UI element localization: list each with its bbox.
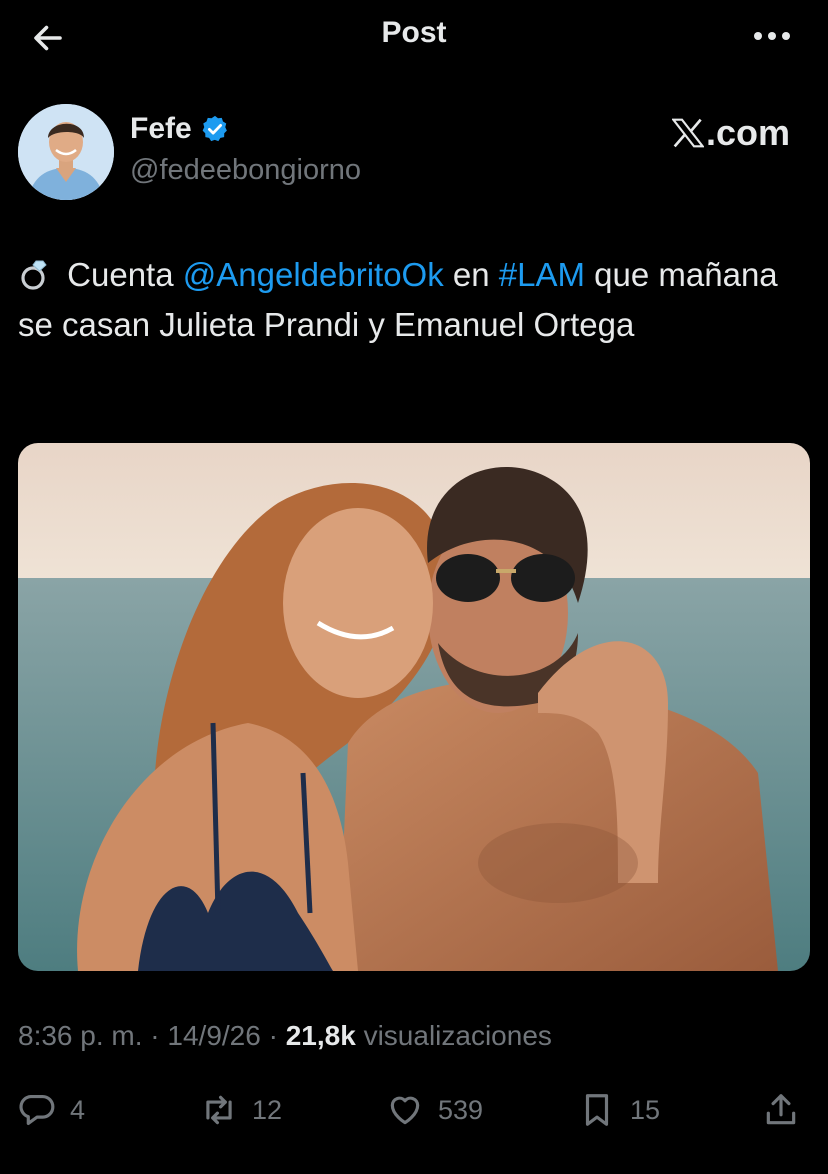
post-time[interactable]: 8:36 p. m. [18,1020,143,1051]
reply-count: 4 [70,1094,86,1125]
author-name-row[interactable]: Fefe [130,112,230,146]
top-bar: Post [0,0,828,72]
meta-separator-2: · [260,1020,286,1051]
share-button[interactable] [762,1084,800,1136]
mention-link[interactable]: @AngeldebritoOk [183,256,444,293]
tweet-text-part-1: Cuenta [58,256,183,293]
views-count[interactable]: 21,8k [286,1020,356,1051]
like-count: 539 [438,1094,484,1125]
page-title: Post [381,16,447,49]
tweet-text: Cuenta @AngeldebritoOk en #LAM que mañan… [18,250,808,350]
views-label: visualizaciones [355,1020,552,1051]
tweet-photo[interactable] [18,443,810,971]
ring-icon [21,260,47,290]
x-logo-icon [671,118,704,148]
more-dots-icon [754,32,790,40]
hashtag-link[interactable]: #LAM [499,256,585,293]
post-date[interactable]: 14/9/26 [167,1020,260,1051]
meta-separator-1: · [142,1020,168,1051]
post-metadata: 8:36 p. m. · 14/9/26 · 21,8k visualizaci… [18,1020,552,1052]
repost-button[interactable]: 12 [200,1084,282,1136]
verified-badge-icon [202,115,227,142]
bookmark-count: 15 [630,1094,661,1125]
brand-label: .com [705,112,790,153]
brand-watermark: .com [671,112,790,154]
tweet-text-part-2: en [443,256,499,293]
share-icon [766,1094,796,1125]
bookmark-button[interactable]: 15 [578,1084,660,1136]
author-handle[interactable]: @fedeebongiorno [130,154,361,187]
avatar[interactable] [18,104,114,200]
repost-icon [206,1095,232,1125]
bookmark-icon [585,1094,609,1126]
action-bar: 4 12 539 15 [0,1084,828,1136]
like-button[interactable]: 539 [386,1084,483,1136]
reply-icon [19,1094,55,1126]
reply-button[interactable]: 4 [18,1084,85,1136]
heart-icon [390,1096,420,1125]
more-options-button[interactable] [744,18,800,54]
author-header: Fefe @fedeebongiorno .com [18,104,810,204]
repost-count: 12 [252,1094,283,1125]
author-name: Fefe [130,112,192,145]
